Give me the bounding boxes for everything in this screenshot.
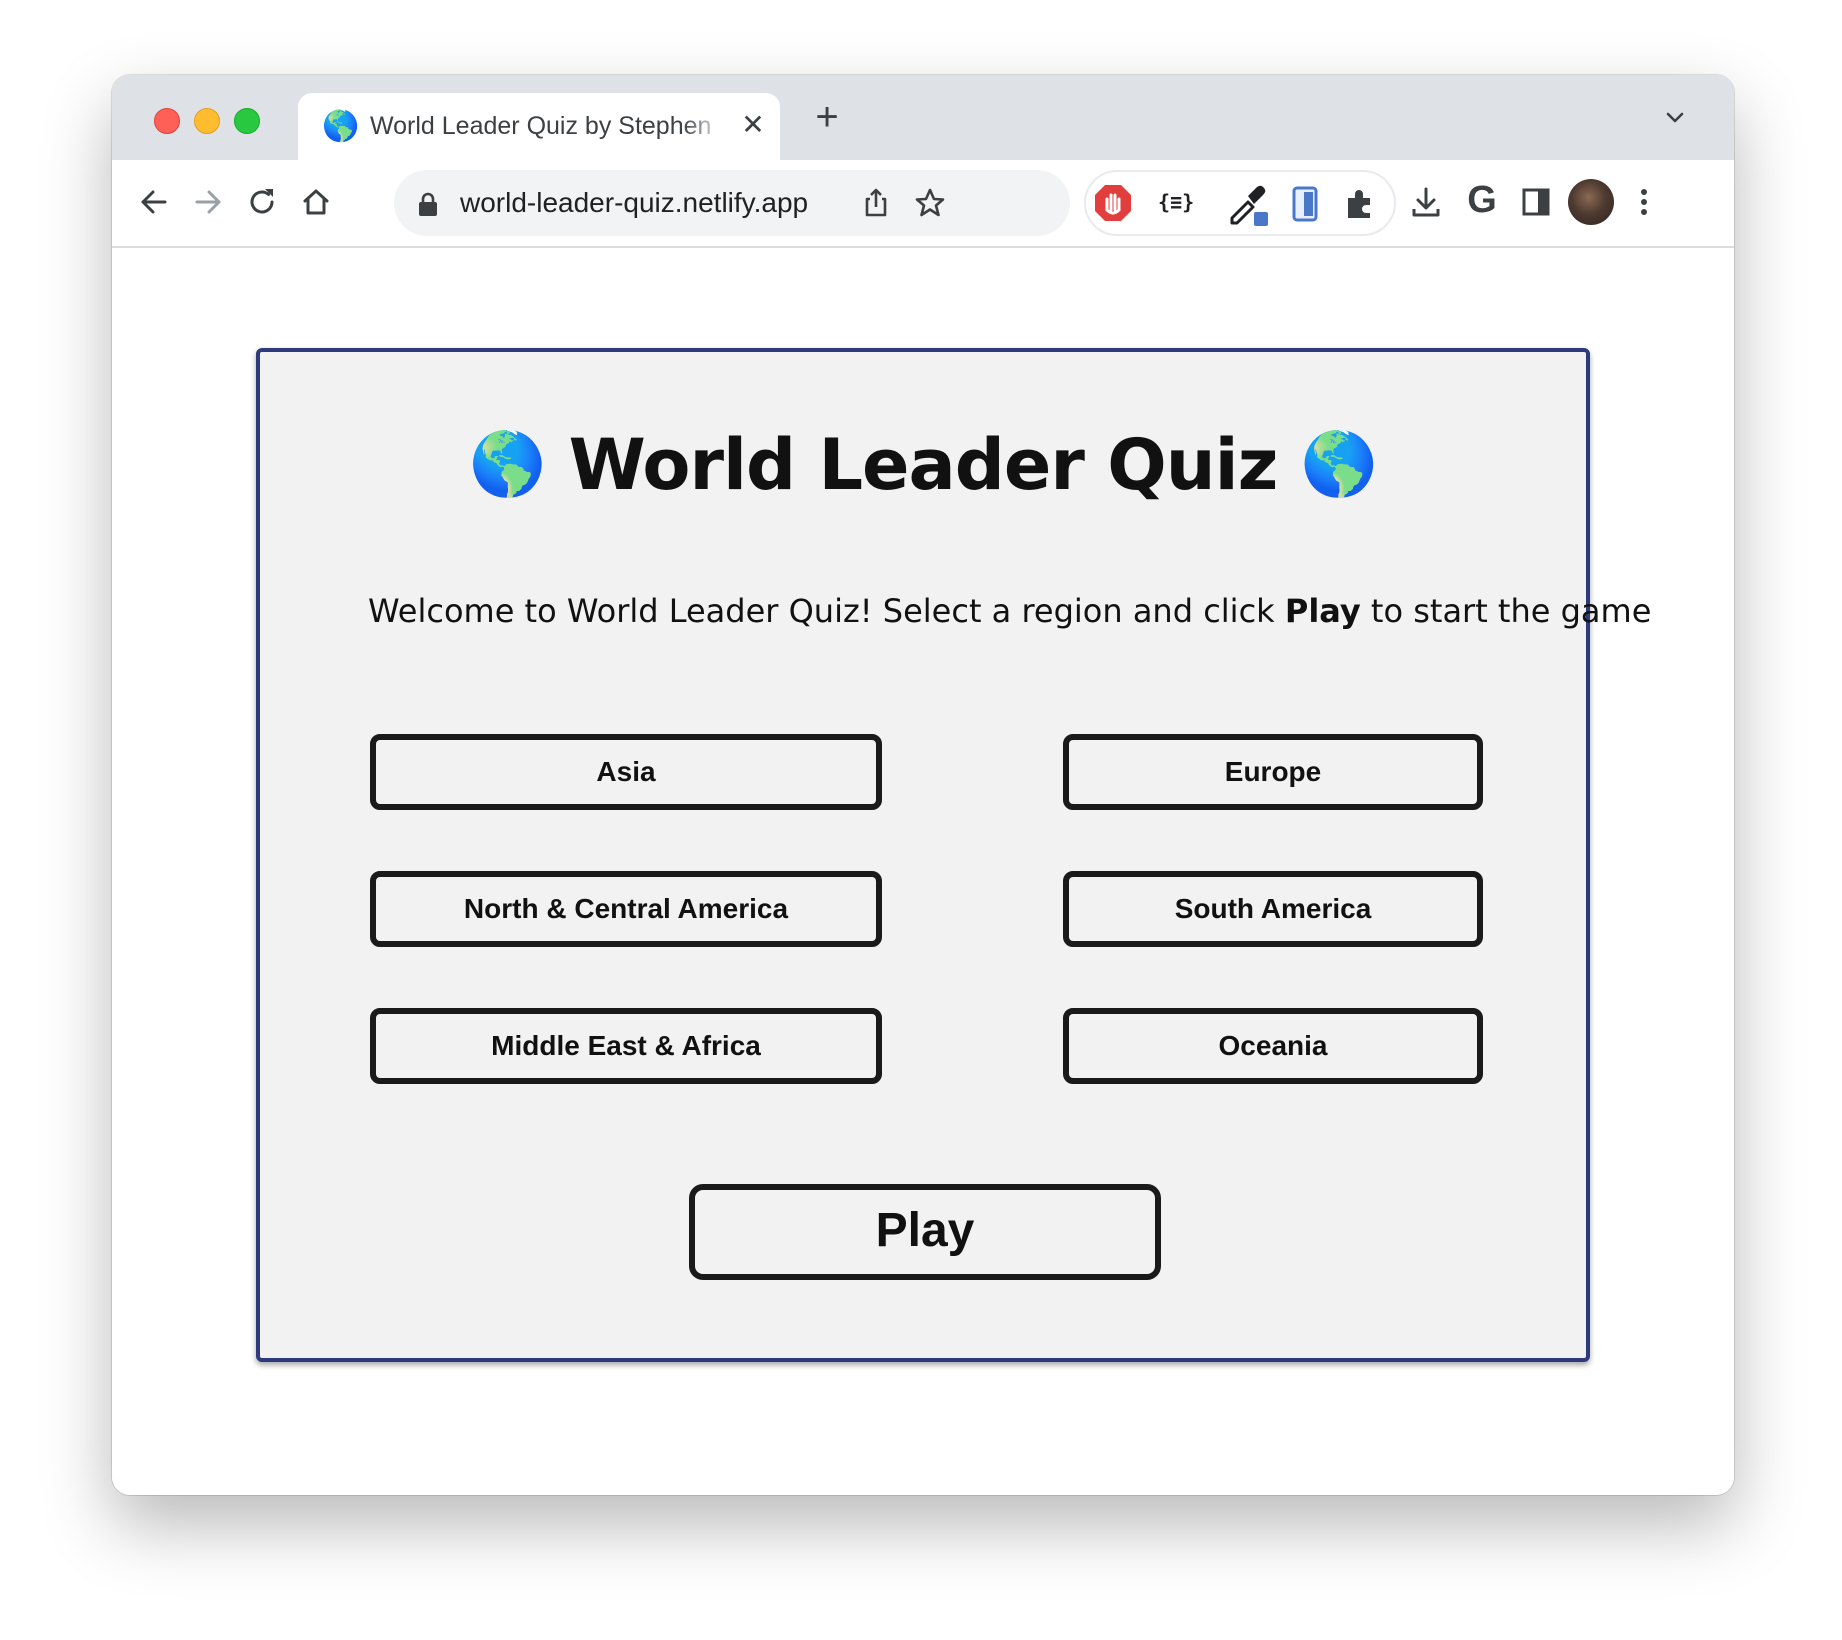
google-icon[interactable]: G — [1462, 174, 1502, 221]
quiz-card: 🌎 World Leader Quiz 🌎 Welcome to World L… — [256, 348, 1651, 1362]
welcome-suffix: to start the game — [1360, 592, 1652, 630]
json-viewer-icon[interactable]: {≡} — [1158, 190, 1194, 214]
globe-right-icon: 🌎 — [1300, 427, 1378, 500]
quiz-title-text: World Leader Quiz — [568, 424, 1279, 506]
welcome-message: Welcome to World Leader Quiz! Select a r… — [260, 592, 1651, 630]
device-mode-icon[interactable] — [1286, 182, 1326, 224]
back-icon[interactable] — [134, 182, 174, 222]
minimize-window-button[interactable] — [194, 108, 220, 134]
title-bar: 🌎 World Leader Quiz by Stephen ✕ + — [112, 75, 1734, 160]
profile-avatar[interactable] — [1568, 179, 1614, 225]
browser-tab[interactable]: 🌎 World Leader Quiz by Stephen ✕ — [298, 93, 780, 160]
download-icon[interactable] — [1406, 182, 1446, 222]
region-oceania-button[interactable]: Oceania — [1063, 1008, 1483, 1084]
bookmark-star-icon[interactable] — [910, 183, 950, 223]
reload-icon[interactable] — [242, 182, 282, 222]
tab-close-icon[interactable]: ✕ — [738, 107, 768, 143]
browser-toolbar: world-leader-quiz.netlify.app {≡} G — [112, 160, 1734, 248]
welcome-prefix: Welcome to World Leader Quiz! Select a r… — [368, 592, 1285, 630]
side-panel-icon[interactable] — [1516, 182, 1556, 222]
tab-search-chevron-icon[interactable] — [1660, 103, 1690, 133]
new-tab-button[interactable]: + — [807, 97, 847, 137]
play-button[interactable]: Play — [689, 1184, 1161, 1280]
welcome-play-word: Play — [1284, 592, 1361, 630]
page-title: 🌎 World Leader Quiz 🌎 — [260, 424, 1586, 506]
share-icon[interactable] — [856, 183, 896, 223]
lock-icon[interactable] — [416, 191, 440, 217]
tab-title: World Leader Quiz by Stephen — [370, 112, 712, 140]
extensions-puzzle-icon[interactable] — [1340, 184, 1380, 224]
close-window-button[interactable] — [154, 108, 180, 134]
address-bar[interactable]: world-leader-quiz.netlify.app — [394, 170, 1070, 236]
region-asia-button[interactable]: Asia — [370, 734, 882, 810]
menu-icon[interactable] — [1624, 182, 1664, 222]
adblock-icon[interactable] — [1092, 182, 1134, 224]
region-middle-east-africa-button[interactable]: Middle East & Africa — [370, 1008, 882, 1084]
color-picker-icon[interactable] — [1224, 182, 1270, 228]
home-icon[interactable] — [296, 182, 336, 222]
region-south-america-button[interactable]: South America — [1063, 871, 1483, 947]
url-text[interactable]: world-leader-quiz.netlify.app — [460, 187, 808, 219]
extensions-group: {≡} — [1084, 170, 1396, 236]
region-europe-button[interactable]: Europe — [1063, 734, 1483, 810]
forward-icon[interactable] — [188, 182, 228, 222]
globe-left-icon: 🌎 — [469, 427, 546, 500]
page-content: 🌎 World Leader Quiz 🌎 Welcome to World L… — [112, 248, 1734, 1495]
zoom-window-button[interactable] — [234, 108, 260, 134]
region-north-central-america-button[interactable]: North & Central America — [370, 871, 882, 947]
browser-window: 🌎 World Leader Quiz by Stephen ✕ + world… — [112, 75, 1734, 1495]
globe-favicon-icon: 🌎 — [322, 110, 360, 143]
